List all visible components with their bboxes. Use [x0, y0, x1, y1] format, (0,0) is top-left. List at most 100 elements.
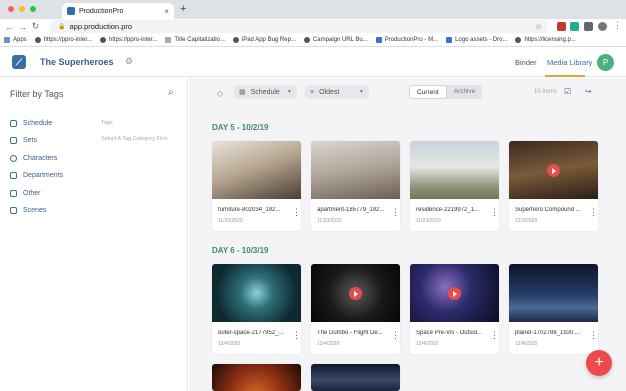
tab-close-icon[interactable]: ×	[164, 7, 169, 16]
media-card[interactable]: The Dumbo - Flight De... 12/4/2020 ⋮	[311, 264, 400, 354]
play-icon[interactable]	[448, 287, 461, 300]
media-thumbnail	[410, 264, 499, 322]
project-selector[interactable]: The Superheroes	[40, 57, 114, 67]
bookmark-item[interactable]: ProductionPro - M...	[375, 37, 438, 43]
media-name: residence-2219972_1...	[416, 207, 480, 213]
productionpro-favicon-icon	[67, 7, 75, 15]
bookmark-star-icon[interactable]: ☆	[535, 22, 542, 31]
share-icon[interactable]: ↪	[585, 87, 592, 96]
globe-icon	[100, 37, 107, 43]
more-options-icon[interactable]: ⋮	[292, 331, 301, 340]
media-thumbnail	[311, 141, 400, 199]
dropbox-icon	[375, 37, 382, 43]
tags-label: Tags	[101, 120, 113, 126]
browser-toolbar: ← → ↻ 🔒 app.production.pro ☆ ⋮	[0, 19, 626, 34]
play-icon[interactable]	[349, 287, 362, 300]
tab-current[interactable]: Current	[409, 85, 447, 99]
url-text: app.production.pro	[69, 22, 133, 31]
media-name: planet-1702788_1920....	[515, 330, 581, 336]
media-card[interactable]: apartment-185779_192... 11/23/2020 ⋮	[311, 141, 400, 231]
day-heading: DAY 6 - 10/3/19	[212, 246, 269, 255]
bookmark-item[interactable]: Title Capitalizatio...	[165, 37, 225, 43]
more-options-icon[interactable]: ⋮	[391, 208, 400, 217]
more-options-icon[interactable]: ⋮	[292, 208, 301, 217]
media-card[interactable]	[212, 364, 301, 391]
media-date: 12/3/2020	[515, 218, 538, 224]
extension-icon[interactable]	[557, 22, 566, 31]
search-icon[interactable]: ⌕	[168, 87, 174, 98]
category-scenes[interactable]: Scenes	[10, 207, 46, 214]
bookmark-item[interactable]: Logo assets - Dro...	[446, 37, 507, 43]
dropbox-icon	[446, 37, 453, 43]
browser-tab[interactable]: ProductionPro ×	[62, 3, 174, 19]
media-thumbnail	[311, 364, 400, 391]
chevron-down-icon: ▼	[287, 89, 292, 95]
category-schedule[interactable]: Schedule	[10, 120, 52, 127]
bookmark-apps[interactable]: Apps	[4, 37, 27, 43]
media-card[interactable]	[311, 364, 400, 391]
media-card[interactable]: outer-space-2177952_... 12/4/2020 ⋮	[212, 264, 301, 354]
bookmark-item[interactable]: https://ppro-inter...	[34, 37, 93, 43]
schedule-select[interactable]: ▦ Schedule ▼	[234, 85, 297, 99]
back-icon[interactable]: ←	[3, 22, 16, 32]
media-card[interactable]: Space Pre-Vis - Outsid... 12/4/2020 ⋮	[410, 264, 499, 354]
tab-archive[interactable]: Archive	[447, 85, 483, 99]
new-tab-button[interactable]: +	[180, 3, 186, 15]
bookmark-label: https://ppro-inter...	[43, 37, 93, 43]
media-name: Superhero Compound ...	[515, 207, 581, 213]
gear-icon[interactable]: ⚙	[125, 56, 133, 67]
chevron-down-icon: ▼	[359, 89, 364, 95]
document-icon	[165, 37, 172, 43]
media-library-main: ◇ ▦ Schedule ▼ ≡ Oldest ▼ Current Archiv…	[189, 78, 626, 391]
add-media-button[interactable]: +	[586, 350, 612, 376]
minimize-window-dot[interactable]	[19, 6, 25, 12]
nav-media-library[interactable]: Media Library	[547, 58, 592, 67]
category-label: Other	[23, 190, 41, 197]
category-departments[interactable]: Departments	[10, 172, 63, 179]
avatar[interactable]: P	[597, 54, 614, 71]
extension-icon[interactable]	[570, 22, 579, 31]
profile-icon[interactable]	[598, 22, 607, 31]
lock-icon: 🔒	[58, 24, 66, 30]
media-card[interactable]: residence-2219972_1... 11/23/2020 ⋮	[410, 141, 499, 231]
category-other[interactable]: Other	[10, 190, 41, 197]
tag-icon[interactable]: ◇	[213, 87, 227, 101]
media-date: 11/23/2020	[416, 218, 441, 224]
maximize-window-dot[interactable]	[30, 6, 36, 12]
media-thumbnail	[410, 141, 499, 199]
bookmark-label: Apps	[13, 37, 27, 43]
bookmark-item[interactable]: https://ppro-inter...	[100, 37, 157, 43]
more-options-icon[interactable]: ⋮	[490, 331, 499, 340]
chevron-down-icon[interactable]: ⌄	[104, 57, 110, 65]
more-options-icon[interactable]: ⋮	[589, 208, 598, 217]
play-icon[interactable]	[547, 164, 560, 177]
media-thumbnail	[212, 141, 301, 199]
sort-icon: ≡	[310, 88, 315, 96]
puzzle-extensions-icon[interactable]	[584, 22, 593, 31]
sort-select[interactable]: ≡ Oldest ▼	[305, 85, 369, 99]
productionpro-logo-icon[interactable]: ⟋	[12, 55, 26, 69]
reload-icon[interactable]: ↻	[29, 21, 42, 32]
bookmark-item[interactable]: iPad App Bug Rep...	[232, 37, 296, 43]
more-options-icon[interactable]: ⋮	[589, 331, 598, 340]
category-characters[interactable]: Characters	[10, 155, 57, 162]
bookmark-item[interactable]: Campaign URL Bu...	[303, 37, 368, 43]
bookmark-item[interactable]: https://licensing.p...	[515, 37, 576, 43]
media-card[interactable]: Superhero Compound ... 12/3/2020 ⋮	[509, 141, 598, 231]
more-options-icon[interactable]: ⋮	[490, 208, 499, 217]
media-card[interactable]: furniture-802034_192... 11/23/2020 ⋮	[212, 141, 301, 231]
category-sets[interactable]: Sets	[10, 137, 37, 144]
close-window-dot[interactable]	[8, 6, 14, 12]
schedule-select-value: Schedule	[250, 88, 280, 96]
bookmark-label: https://ppro-inter...	[109, 37, 158, 43]
media-card[interactable]: planet-1702788_1920.... 12/4/2020 ⋮	[509, 264, 598, 354]
media-date: 12/4/2020	[317, 341, 340, 347]
select-check-icon[interactable]: ☑	[564, 87, 571, 96]
menu-dots-icon[interactable]: ⋮	[611, 20, 624, 31]
nav-binder[interactable]: Binder	[515, 58, 537, 67]
category-label: Characters	[23, 155, 58, 162]
forward-icon[interactable]: →	[16, 22, 29, 32]
media-date: 12/4/2020	[515, 341, 538, 347]
address-bar[interactable]: 🔒 app.production.pro ☆	[50, 20, 548, 33]
more-options-icon[interactable]: ⋮	[391, 331, 400, 340]
